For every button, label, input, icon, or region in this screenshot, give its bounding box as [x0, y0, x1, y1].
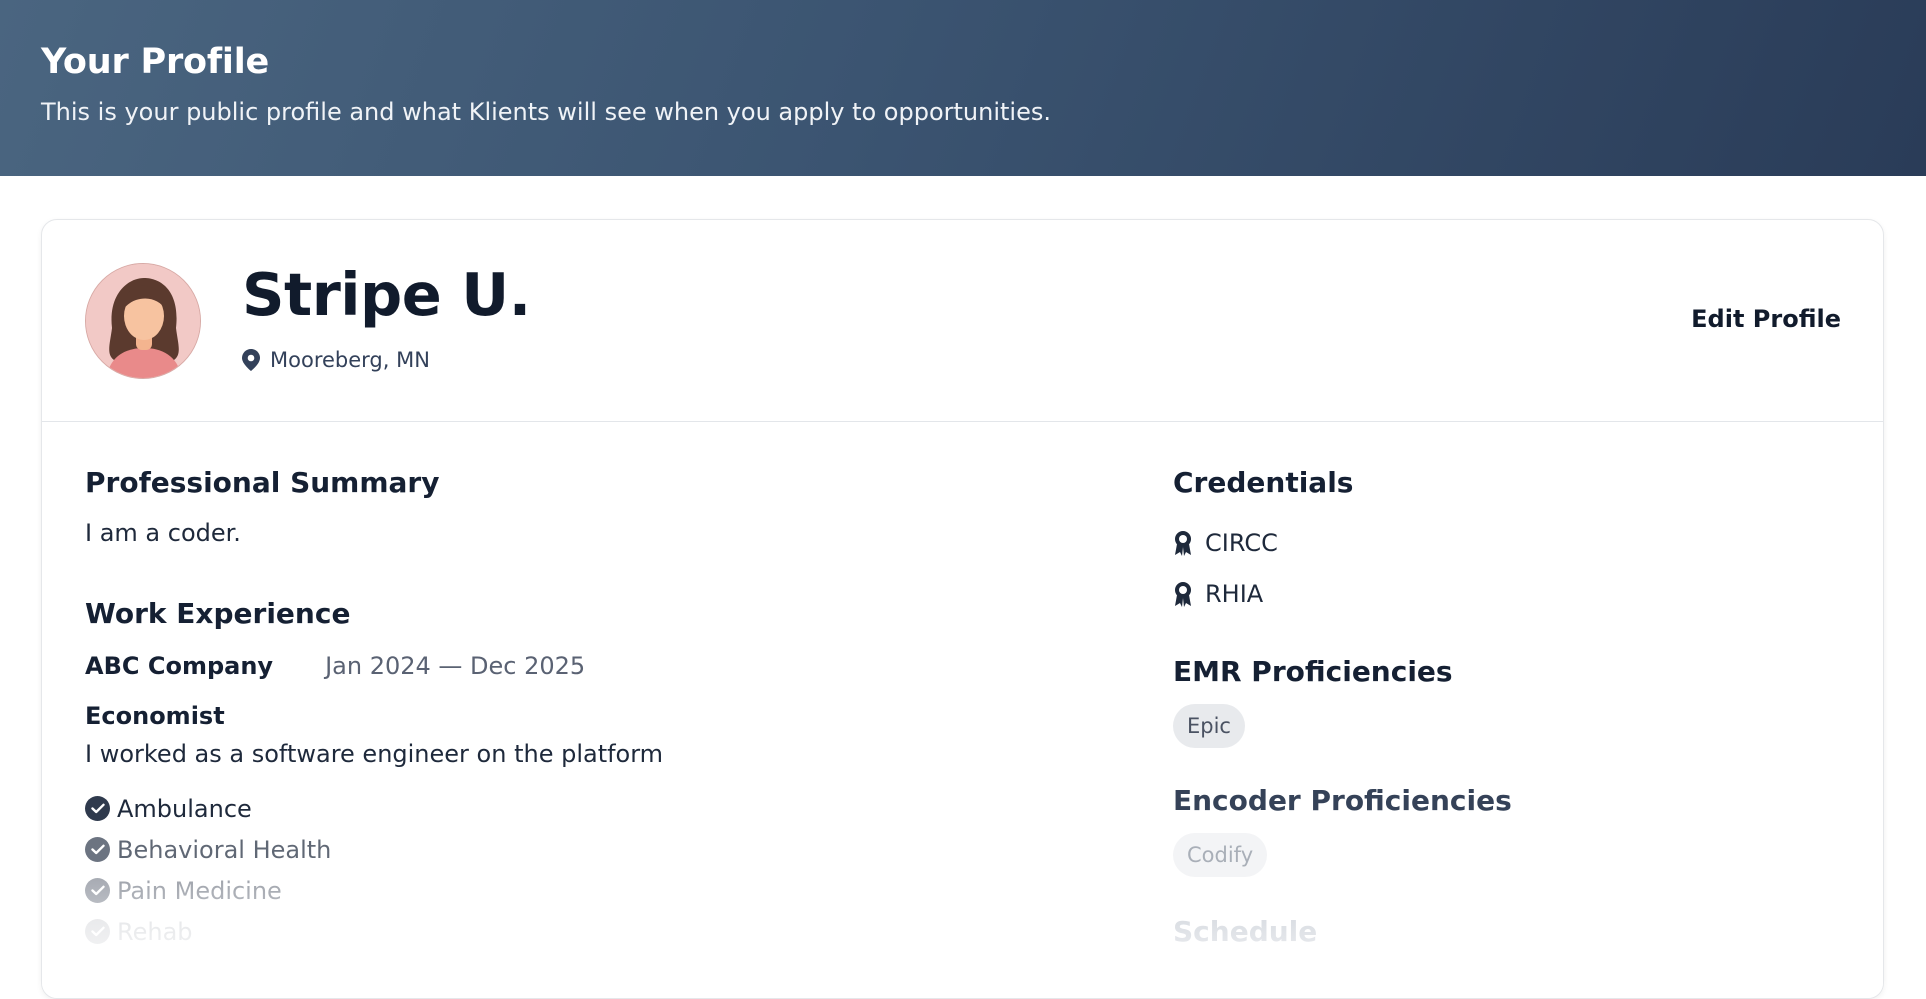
specialty-label: Ambulance	[117, 794, 252, 823]
schedule-heading: Schedule	[1173, 915, 1318, 948]
specialty-item: Ambulance	[85, 788, 1085, 829]
check-circle-icon	[85, 919, 110, 944]
credentials-list: CIRCC RHIA	[1173, 517, 1833, 619]
summary-heading: Professional Summary	[85, 466, 440, 499]
edit-profile-button[interactable]: Edit Profile	[1691, 305, 1841, 333]
specialty-item: Pain Medicine	[85, 870, 1085, 911]
profile-name: Stripe U.	[242, 260, 531, 329]
check-circle-icon	[85, 796, 110, 821]
job-role: Economist	[85, 702, 225, 730]
credential-label: RHIA	[1205, 579, 1264, 608]
left-column: Professional Summary I am a coder. Work …	[85, 466, 1085, 952]
specialty-item: Rehab	[85, 911, 1085, 952]
check-circle-icon	[85, 837, 110, 862]
specialty-list: Ambulance Behavioral Health Pain Medicin…	[85, 788, 1085, 952]
page-header: Your Profile This is your public profile…	[0, 0, 1926, 176]
job-company: ABC Company	[85, 652, 274, 680]
job-dates: Jan 2024 — Dec 2025	[325, 652, 586, 680]
emr-heading: EMR Proficiencies	[1173, 655, 1453, 688]
award-ribbon-icon	[1175, 530, 1191, 556]
avatar	[85, 263, 201, 379]
specialty-label: Pain Medicine	[117, 876, 282, 905]
page-title: Your Profile	[41, 42, 270, 82]
right-column: Credentials CIRCC RHIA EMR Proficiencies…	[1173, 466, 1833, 948]
specialty-label: Behavioral Health	[117, 835, 332, 864]
credential-label: CIRCC	[1205, 528, 1278, 557]
job-header: ABC Company Jan 2024 — Dec 2025	[85, 652, 1085, 680]
map-pin-icon	[242, 349, 260, 371]
specialty-label: Rehab	[117, 917, 193, 946]
encoder-pill: Codify	[1173, 833, 1268, 877]
profile-card: Stripe U. Mooreberg, MN Edit Profile Pro…	[41, 219, 1884, 999]
job-description: I worked as a software engineer on the p…	[85, 740, 664, 768]
profile-location: Mooreberg, MN	[242, 348, 430, 372]
award-ribbon-icon	[1175, 581, 1191, 607]
credentials-heading: Credentials	[1173, 466, 1354, 499]
page-subtitle: This is your public profile and what Kli…	[41, 98, 1051, 126]
check-circle-icon	[85, 878, 110, 903]
specialty-item: Behavioral Health	[85, 829, 1085, 870]
emr-pill: Epic	[1173, 704, 1245, 748]
encoder-heading: Encoder Proficiencies	[1173, 784, 1512, 817]
credential-item: CIRCC	[1173, 517, 1833, 568]
avatar-illustration-icon	[86, 264, 200, 378]
profile-header: Stripe U. Mooreberg, MN Edit Profile	[42, 220, 1883, 422]
summary-text: I am a coder.	[85, 519, 241, 547]
location-text: Mooreberg, MN	[270, 348, 430, 372]
work-experience-heading: Work Experience	[85, 597, 351, 630]
credential-item: RHIA	[1173, 568, 1833, 619]
